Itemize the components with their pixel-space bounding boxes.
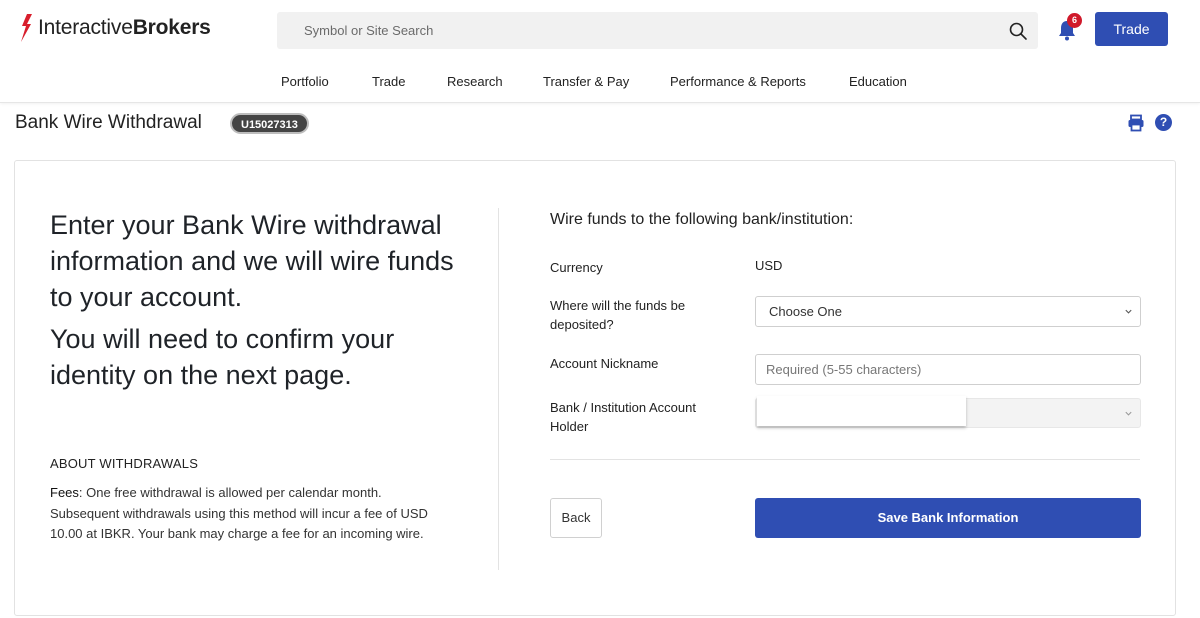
nav-item-trade[interactable]: Trade (372, 74, 405, 89)
trade-button[interactable]: Trade (1095, 12, 1168, 46)
top-header: InteractiveBrokers 6 Trade Portfolio Tra… (0, 0, 1200, 103)
print-icon[interactable] (1127, 114, 1145, 132)
nav-item-transfer-pay[interactable]: Transfer & Pay (543, 74, 629, 89)
search-icon[interactable] (1008, 21, 1028, 41)
fees-label: Fees (50, 485, 79, 500)
main-nav: Portfolio Trade Research Transfer & Pay … (0, 74, 1200, 92)
deposit-destination-value: Choose One (769, 304, 842, 319)
site-search[interactable] (277, 12, 1038, 49)
intro-identity-text: You will need to confirm your identity o… (50, 324, 395, 390)
nav-item-portfolio[interactable]: Portfolio (281, 74, 329, 89)
nav-item-performance-reports[interactable]: Performance & Reports (670, 74, 806, 89)
form-heading: Wire funds to the following bank/institu… (550, 211, 854, 228)
form-divider (550, 459, 1140, 460)
about-withdrawals-heading: ABOUT WITHDRAWALS (50, 456, 199, 471)
intro-lead-text: Enter your Bank Wire withdrawal informat… (50, 210, 454, 312)
help-icon[interactable]: ? (1155, 114, 1172, 131)
search-input[interactable] (277, 23, 977, 38)
save-bank-information-button[interactable]: Save Bank Information (755, 498, 1141, 538)
deposit-destination-select[interactable]: Choose One (755, 296, 1141, 327)
withdrawal-card: Enter your Bank Wire withdrawal informat… (14, 160, 1176, 616)
nav-item-research[interactable]: Research (447, 74, 503, 89)
about-withdrawals-text: Fees: One free withdrawal is allowed per… (50, 483, 450, 545)
account-holder-label: Bank / Institution Account Holder (550, 400, 696, 434)
account-holder-dropdown-popup[interactable] (757, 396, 966, 426)
notifications-count-badge: 6 (1067, 13, 1082, 28)
fees-text: : One free withdrawal is allowed per cal… (50, 485, 428, 541)
back-button[interactable]: Back (550, 498, 602, 538)
interactive-brokers-logo[interactable]: InteractiveBrokers (18, 14, 211, 42)
logo-icon (21, 14, 32, 42)
account-id-badge: U15027313 (230, 113, 309, 134)
currency-label: Currency (550, 260, 603, 275)
page-title: Bank Wire Withdrawal (15, 112, 202, 133)
chevron-down-icon (1125, 309, 1132, 314)
intro-lead: Enter your Bank Wire withdrawal informat… (50, 207, 470, 399)
column-divider (498, 208, 499, 570)
brand-name: InteractiveBrokers (38, 16, 211, 39)
account-nickname-input[interactable] (755, 354, 1141, 385)
deposit-destination-label: Where will the funds be deposited? (550, 298, 686, 332)
chevron-down-icon (1125, 411, 1132, 416)
account-nickname-label: Account Nickname (550, 356, 659, 371)
currency-value: USD (755, 258, 783, 273)
nav-item-education[interactable]: Education (849, 74, 907, 89)
